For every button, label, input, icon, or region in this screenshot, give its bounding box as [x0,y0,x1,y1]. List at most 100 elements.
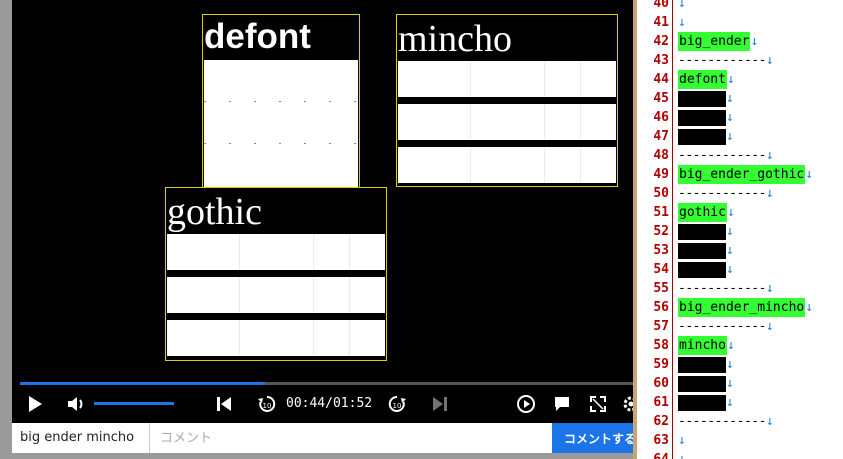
next-icon[interactable] [428,388,452,420]
line-number: 41 [653,15,669,30]
line-number: 52 [653,224,669,239]
newline-glyph: ↓ [726,357,734,372]
code-line[interactable]: ↓ [678,431,686,450]
newline-glyph: ↓ [750,34,759,49]
comment-submit-button[interactable]: コメントする [552,423,633,453]
code-line[interactable]: ↓ [678,241,734,260]
newline-glyph: ↓ [726,376,734,391]
comment-input[interactable] [151,423,551,453]
code-line[interactable]: gothic ↓ [678,203,735,222]
volume-icon[interactable] [64,388,88,420]
forward-10-icon[interactable]: 10 [385,388,409,420]
newline-glyph: ↓ [678,0,686,11]
line-number: 55 [653,281,669,296]
card-row [204,144,358,188]
code-line[interactable]: ------------ ↓ [678,317,774,336]
code-line[interactable]: ↓ [678,0,686,13]
code-line[interactable]: defont ↓ [678,70,735,89]
line-number: 53 [653,243,669,258]
card-defont: defont [202,14,360,189]
code-line[interactable]: ↓ [678,450,686,459]
line-number: 45 [653,91,669,106]
code-line[interactable]: ↓ [678,374,734,393]
newline-glyph: ↓ [678,450,686,459]
code-line[interactable]: ------------ ↓ [678,146,774,165]
black-block [678,375,726,392]
volume-slider[interactable] [94,402,174,405]
highlighted-text: gothic [678,203,727,222]
line-number: 61 [653,395,669,410]
black-block [678,394,726,411]
code-line[interactable]: ↓ [678,355,734,374]
card-title: mincho [398,18,512,60]
black-block [678,109,726,126]
code-line[interactable]: ------------ ↓ [678,279,774,298]
fullscreen-icon[interactable] [586,388,610,420]
line-number: 43 [653,53,669,68]
newline-glyph: ↓ [805,300,814,315]
newline-glyph: ↓ [726,262,734,277]
separator-text: ------------ [678,414,766,429]
rewind-10-icon[interactable]: 10 [255,388,279,420]
comment-list-icon[interactable] [550,388,574,420]
play-icon[interactable] [22,388,48,420]
video-title: big ender mincho [12,423,150,453]
line-number: 47 [653,129,669,144]
black-block [678,261,726,278]
card-row [204,102,358,144]
line-number: 42 [653,34,669,49]
skip-back-icon[interactable] [212,388,236,420]
code-line[interactable]: ------------ ↓ [678,412,774,431]
card-row [398,147,616,183]
separator-text: ------------ [678,148,766,163]
newline-glyph: ↓ [726,205,735,220]
line-number: 54 [653,262,669,277]
code-line[interactable]: ↓ [678,13,686,32]
code-line[interactable]: big_ender_gothic ↓ [678,165,813,184]
card-row [167,234,385,270]
text-editor[interactable]: 40 41 42 43 44 45 46 47 48 49 50 51 52 53 54 55 56 57 58 59… [637,0,843,459]
video-player[interactable]: defont mincho gothic 10 10 00:44/01:52 [12,0,633,423]
card-row [167,320,385,356]
code-line[interactable]: mincho ↓ [678,336,735,355]
line-number: 51 [653,205,669,220]
code-line[interactable]: ↓ [678,393,734,412]
newline-glyph: ↓ [726,224,734,239]
code-line[interactable]: ------------ ↓ [678,184,774,203]
code-line[interactable]: ↓ [678,127,734,146]
black-block [678,356,726,373]
svg-text:10: 10 [263,402,272,410]
comment-toggle-icon[interactable] [514,388,538,420]
code-line[interactable]: ↓ [678,108,734,127]
newline-glyph: ↓ [678,15,686,30]
newline-glyph: ↓ [726,91,734,106]
line-number: 48 [653,148,669,163]
separator-text: ------------ [678,319,766,334]
card-gothic: gothic [165,187,387,361]
line-number: 59 [653,357,669,372]
card-title: gothic [167,191,262,233]
newline-glyph: ↓ [765,281,774,296]
code-line[interactable]: big_ender ↓ [678,32,758,51]
settings-icon[interactable] [619,388,633,420]
newline-glyph: ↓ [765,414,774,429]
newline-glyph: ↓ [765,186,774,201]
code-line[interactable]: ↓ [678,260,734,279]
line-number: 46 [653,110,669,125]
code-line[interactable]: ↓ [678,222,734,241]
line-number: 60 [653,376,669,391]
code-line[interactable]: ↓ [678,89,734,108]
black-block [678,223,726,240]
seek-bar[interactable] [20,382,633,385]
playback-time: 00:44/01:52 [286,396,373,411]
highlighted-text: big_ender [678,32,751,51]
newline-glyph: ↓ [765,53,774,68]
code-line[interactable]: big_ender_mincho ↓ [678,298,813,317]
card-mincho: mincho [396,14,618,187]
svg-text:10: 10 [393,402,402,410]
card-row [204,60,358,102]
code-line[interactable]: ------------ ↓ [678,51,774,70]
newline-glyph: ↓ [726,129,734,144]
line-number-gutter: 40 41 42 43 44 45 46 47 48 49 50 51 52 53 54 55 56 57 58 59… [637,0,673,459]
line-number: 56 [653,300,669,315]
